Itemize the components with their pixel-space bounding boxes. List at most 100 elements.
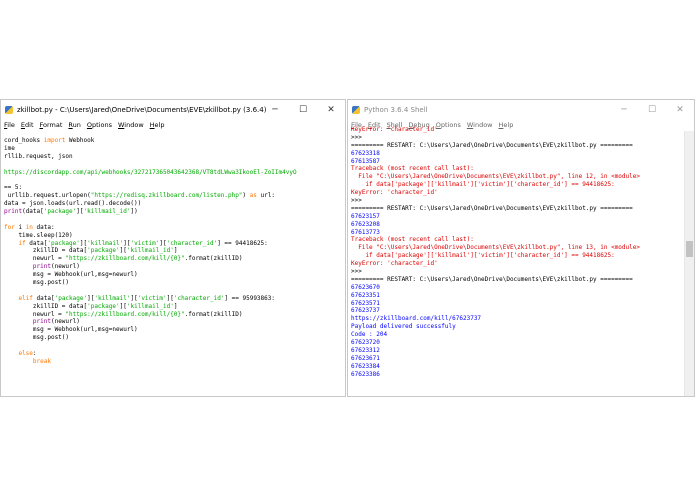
menu-file[interactable]: File <box>4 121 15 129</box>
code-token: ][ <box>159 239 167 247</box>
code-line: msg = Webhook(url,msg=newurl) <box>4 271 345 279</box>
code-token: https://discordapp.com/api/webhooks/3272… <box>4 168 297 176</box>
menu-run[interactable]: Run <box>68 121 80 129</box>
code-token: print <box>32 318 51 326</box>
code-token: break <box>32 357 51 365</box>
shell-line: >>> <box>351 268 366 276</box>
code-token: 'victim' <box>130 239 160 247</box>
code-token: (data[ <box>22 208 44 216</box>
code-token: elif <box>18 294 33 302</box>
code-token: 'killmail' <box>94 294 131 302</box>
menu-window[interactable]: Window <box>467 121 493 129</box>
code-token: ]) <box>130 208 138 216</box>
code-line: print(newurl) <box>4 318 345 326</box>
menu-help[interactable]: Help <box>499 121 514 129</box>
shell-line: 67613773 <box>351 228 380 236</box>
shell-line: 67623351 <box>351 291 380 299</box>
code-line: cord_hooks import Webhook <box>4 137 345 145</box>
code-token: urllib.request.urlopen( <box>4 192 91 200</box>
menu-window[interactable]: Window <box>118 121 144 129</box>
code-line: print(data['package']['killmail_id']) <box>4 208 345 216</box>
code-token: ] == 95993863: <box>224 294 275 302</box>
scrollbar-thumb[interactable] <box>686 241 693 257</box>
code-line: msg.post() <box>4 279 345 287</box>
code-token: 'killmail_id' <box>126 247 174 255</box>
code-line: else: <box>4 350 345 358</box>
code-token: 'victim' <box>137 294 167 302</box>
code-token: ] == 94418625: <box>217 239 268 247</box>
menu-help[interactable]: Help <box>150 121 165 129</box>
shell-line: >>> <box>351 197 366 205</box>
code-line: elif data['package']['killmail']['victim… <box>4 295 345 303</box>
code-line: zkillID = data['package']['killmail_id'] <box>4 303 345 311</box>
code-token: zkillID = data[ <box>4 247 88 255</box>
shell-line: Payload delivered successfuly <box>351 323 456 331</box>
shell-output[interactable]: KeyError: 'character_id' >>> ========= RE… <box>348 126 694 379</box>
close-button[interactable]: ✕ <box>317 100 345 119</box>
code-line: https://discordapp.com/api/webhooks/3272… <box>4 169 345 177</box>
editor-title-bar[interactable]: zkillbot.py - C:\Users\Jared\OneDrive\Do… <box>1 100 345 119</box>
code-token: url: <box>256 192 275 200</box>
code-token: data[ <box>32 294 55 302</box>
code-editor[interactable]: cord_hooks import Webhook ime rllib.reques… <box>1 137 345 366</box>
code-token: Webhook <box>65 137 95 144</box>
code-token: : <box>32 350 37 358</box>
shell-line: ========= RESTART: C:\Users\Jared\OneDri… <box>351 275 633 283</box>
menu-options[interactable]: Options <box>87 121 112 129</box>
code-token: i <box>14 223 26 231</box>
code-token: zkillID = data[ <box>4 302 88 310</box>
code-token: msg = Webhook(url,msg=newurl) <box>4 271 138 279</box>
shell-line: 67623737 <box>351 307 380 315</box>
menu-options[interactable]: Options <box>436 121 461 129</box>
code-token: ][ <box>166 294 174 302</box>
minimize-button[interactable]: ─ <box>610 100 638 119</box>
shell-line: 67623571 <box>351 299 380 307</box>
code-token: "https://redisq.zkillboard.com/listen.ph… <box>90 192 243 200</box>
code-token: "https://zkillboard.com/kill/{0}" <box>65 310 185 318</box>
code-line: if data['package']['killmail']['victim']… <box>4 240 345 248</box>
code-token: ime <box>4 144 15 152</box>
code-token: 'killmail_id' <box>126 302 174 310</box>
minimize-button[interactable]: ─ <box>261 100 289 119</box>
vertical-scrollbar[interactable] <box>684 131 694 396</box>
code-token: newurl = <box>4 255 66 263</box>
shell-line: Code : 204 <box>351 331 388 339</box>
code-token: as <box>249 192 257 200</box>
code-token: 'character_id' <box>173 294 225 302</box>
shell-title-bar[interactable]: Python 3.6.4 Shell ─ ☐ ✕ <box>348 100 694 119</box>
maximize-button[interactable]: ☐ <box>638 100 666 119</box>
maximize-button[interactable]: ☐ <box>289 100 317 119</box>
code-line: msg.post() <box>4 334 345 342</box>
code-token: import <box>43 137 66 144</box>
menu-edit[interactable]: Edit <box>21 121 34 129</box>
shell-line: if data['package']['killmail']['victim']… <box>351 181 615 189</box>
code-token: if <box>18 239 26 247</box>
shell-line: 67613587 <box>351 157 380 165</box>
code-line: newurl = "https://zkillboard.com/kill/{0… <box>4 311 345 319</box>
shell-line: ========= RESTART: C:\Users\Jared\OneDri… <box>351 141 633 149</box>
shell-window[interactable]: Python 3.6.4 Shell ─ ☐ ✕ File Edit Shell… <box>347 99 695 397</box>
code-token: .format(zkillID) <box>184 310 243 318</box>
close-button[interactable]: ✕ <box>666 100 694 119</box>
code-line: urllib.request.urlopen("https://redisq.z… <box>4 192 345 200</box>
code-line: print(newurl) <box>4 263 345 271</box>
menu-format[interactable]: Format <box>40 121 63 129</box>
code-token: 'killmail_id' <box>83 208 131 216</box>
code-token: ][ <box>119 302 127 310</box>
shell-line: 67623386 <box>351 370 380 378</box>
editor-window[interactable]: zkillbot.py - C:\Users\Jared\OneDrive\Do… <box>0 99 346 397</box>
shell-line: 67623208 <box>351 220 380 228</box>
code-line: msg = Webhook(url,msg=newurl) <box>4 326 345 334</box>
code-token: rllib.request, json <box>4 152 73 160</box>
code-token: ][ <box>130 294 138 302</box>
code-token: 'package' <box>54 294 88 302</box>
shell-line: 67623157 <box>351 212 380 220</box>
shell-line: 67623312 <box>351 346 380 354</box>
